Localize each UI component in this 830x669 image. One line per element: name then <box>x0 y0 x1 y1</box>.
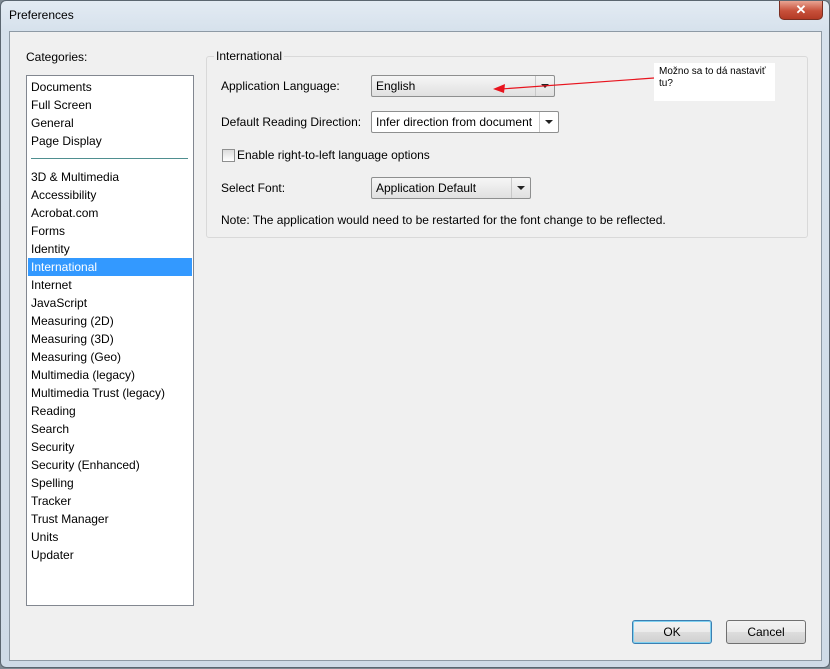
rtl-checkbox[interactable] <box>222 149 235 162</box>
category-item-search[interactable]: Search <box>28 420 192 438</box>
category-item-spelling[interactable]: Spelling <box>28 474 192 492</box>
category-item-general[interactable]: General <box>28 114 192 132</box>
category-item-measuring-geo[interactable]: Measuring (Geo) <box>28 348 192 366</box>
category-item-security[interactable]: Security <box>28 438 192 456</box>
chevron-down-icon <box>535 76 554 96</box>
font-restart-note: Note: The application would need to be r… <box>221 213 666 227</box>
select-font-dropdown[interactable]: Application Default <box>371 177 531 199</box>
category-item-international[interactable]: International <box>28 258 192 276</box>
chevron-down-icon <box>539 112 558 132</box>
categories-label: Categories: <box>26 50 88 64</box>
category-item-multimedia-trust-legacy[interactable]: Multimedia Trust (legacy) <box>28 384 192 402</box>
dialog-client-area: Categories: Documents Full Screen Genera… <box>9 31 822 661</box>
chevron-down-icon <box>511 178 530 198</box>
close-button[interactable]: ✕ <box>779 1 823 20</box>
reading-direction-value: Infer direction from document <box>376 115 533 129</box>
category-item-acrobat-com[interactable]: Acrobat.com <box>28 204 192 222</box>
category-item-measuring-2d[interactable]: Measuring (2D) <box>28 312 192 330</box>
category-item-page-display[interactable]: Page Display <box>28 132 192 150</box>
select-font-value: Application Default <box>376 181 477 195</box>
category-item-trust-manager[interactable]: Trust Manager <box>28 510 192 528</box>
category-item-full-screen[interactable]: Full Screen <box>28 96 192 114</box>
category-separator <box>31 158 188 159</box>
category-item-forms[interactable]: Forms <box>28 222 192 240</box>
category-item-security-enhanced[interactable]: Security (Enhanced) <box>28 456 192 474</box>
select-font-label: Select Font: <box>221 181 286 195</box>
category-item-identity[interactable]: Identity <box>28 240 192 258</box>
category-item-accessibility[interactable]: Accessibility <box>28 186 192 204</box>
category-item-updater[interactable]: Updater <box>28 546 192 564</box>
category-item-internet[interactable]: Internet <box>28 276 192 294</box>
annotation-callout: Možno sa to dá nastaviť tu? <box>654 63 775 101</box>
categories-list[interactable]: Documents Full Screen General Page Displ… <box>26 75 194 606</box>
ok-button[interactable]: OK <box>632 620 712 644</box>
cancel-button[interactable]: Cancel <box>726 620 806 644</box>
category-item-3d-multimedia[interactable]: 3D & Multimedia <box>28 168 192 186</box>
rtl-checkbox-label[interactable]: Enable right-to-left language options <box>237 148 430 162</box>
preferences-window: Preferences ✕ Categories: Documents Full… <box>0 0 830 668</box>
category-item-tracker[interactable]: Tracker <box>28 492 192 510</box>
international-group-title: International <box>214 49 285 63</box>
reading-direction-label: Default Reading Direction: <box>221 115 362 129</box>
category-item-measuring-3d[interactable]: Measuring (3D) <box>28 330 192 348</box>
application-language-dropdown[interactable]: English <box>371 75 555 97</box>
category-item-units[interactable]: Units <box>28 528 192 546</box>
category-item-documents[interactable]: Documents <box>28 78 192 96</box>
category-item-multimedia-legacy[interactable]: Multimedia (legacy) <box>28 366 192 384</box>
category-item-javascript[interactable]: JavaScript <box>28 294 192 312</box>
window-title: Preferences <box>9 8 74 22</box>
application-language-label: Application Language: <box>221 79 340 93</box>
application-language-value: English <box>376 79 416 93</box>
reading-direction-dropdown[interactable]: Infer direction from document <box>371 111 559 133</box>
close-icon: ✕ <box>795 2 807 17</box>
category-item-reading[interactable]: Reading <box>28 402 192 420</box>
